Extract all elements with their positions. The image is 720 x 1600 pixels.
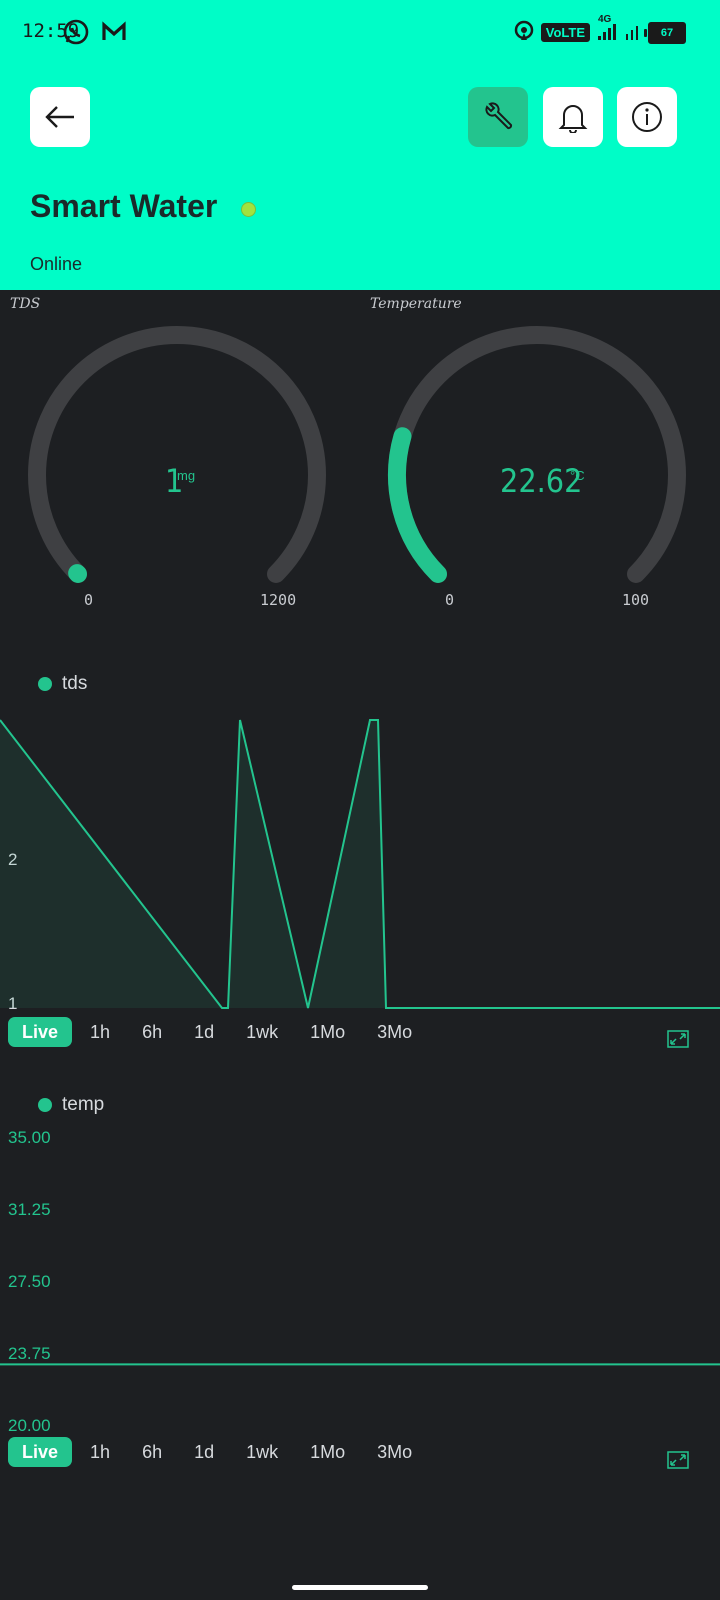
hotspot-icon [513, 20, 535, 45]
signal-icon: 4G [596, 14, 618, 45]
range-button-6h[interactable]: 6h [128, 1437, 176, 1467]
range-button-1wk[interactable]: 1wk [232, 1017, 292, 1047]
temp-expand-icon[interactable] [667, 1451, 689, 1469]
status-bar: 12:59 VoLTE 4G 67 [0, 0, 720, 66]
range-button-live[interactable]: Live [8, 1437, 73, 1467]
info-icon [632, 102, 662, 132]
tds-min: 0 [84, 591, 94, 609]
temp-chart-legend: temp [38, 1094, 104, 1116]
range-button-1mo[interactable]: 1Mo [296, 1017, 359, 1047]
tds-legend-label: tds [62, 673, 88, 694]
range-button-3mo[interactable]: 3Mo [363, 1017, 426, 1047]
range-button-1mo[interactable]: 1Mo [296, 1437, 359, 1467]
battery-level: 67 [660, 26, 674, 39]
notifications-button[interactable] [543, 87, 603, 147]
device-status: Online [30, 254, 83, 274]
info-button[interactable] [617, 87, 677, 147]
back-button[interactable] [30, 87, 90, 147]
tds-chart-legend: tds [38, 673, 87, 695]
temp-range-selector: Live 1h 6h 1d 1wk 1Mo 3Mo [8, 1437, 430, 1467]
tds-gauge [28, 326, 326, 583]
tds-gauge-label: TDS [10, 296, 41, 312]
settings-button[interactable] [468, 87, 528, 147]
gauge-track [388, 326, 686, 583]
back-arrow-icon [45, 106, 74, 128]
gmail-icon [100, 18, 128, 51]
signal-type: 4G [598, 14, 612, 25]
range-button-1h[interactable]: 1h [76, 1017, 124, 1047]
volte-badge: VoLTE [540, 23, 590, 42]
tds-unit: mg [177, 468, 196, 483]
temperature-max: 100 [622, 591, 650, 609]
range-button-1d[interactable]: 1d [180, 1017, 228, 1047]
range-button-3mo[interactable]: 3Mo [363, 1437, 426, 1467]
range-button-1wk[interactable]: 1wk [232, 1437, 292, 1467]
tds-range-selector: Live 1h 6h 1d 1wk 1Mo 3Mo [8, 1017, 430, 1047]
range-button-live[interactable]: Live [8, 1017, 73, 1047]
legend-dot [38, 677, 52, 691]
temperature-gauge-label: Temperature [370, 296, 462, 312]
online-status-dot [241, 202, 256, 217]
home-indicator[interactable] [292, 1585, 428, 1590]
gauge-track [28, 326, 326, 583]
range-button-1h[interactable]: 1h [76, 1437, 124, 1467]
gauge-fill [68, 564, 88, 583]
legend-dot [38, 1098, 52, 1112]
temp-chart[interactable] [0, 1130, 720, 1430]
bell-icon [558, 105, 588, 133]
tds-max: 1200 [260, 591, 297, 609]
wrench-icon [485, 102, 513, 130]
tds-expand-icon[interactable] [667, 1030, 689, 1048]
temperature-min: 0 [445, 591, 455, 609]
temperature-gauge [388, 326, 686, 583]
whatsapp-icon [62, 18, 90, 51]
battery-icon: 67 [644, 21, 686, 44]
page-title: Smart Water [30, 188, 218, 224]
wifi-signal-icon [624, 20, 642, 45]
temperature-unit: °C [570, 468, 585, 483]
status-right: VoLTE 4G 67 [513, 14, 686, 45]
app-header: 12:59 VoLTE 4G 67 Smart Water Online [0, 0, 720, 290]
range-button-6h[interactable]: 6h [128, 1017, 176, 1047]
tds-chart[interactable] [0, 700, 720, 1010]
temp-legend-label: temp [62, 1094, 105, 1115]
range-button-1d[interactable]: 1d [180, 1437, 228, 1467]
gauge-fill [388, 427, 448, 583]
